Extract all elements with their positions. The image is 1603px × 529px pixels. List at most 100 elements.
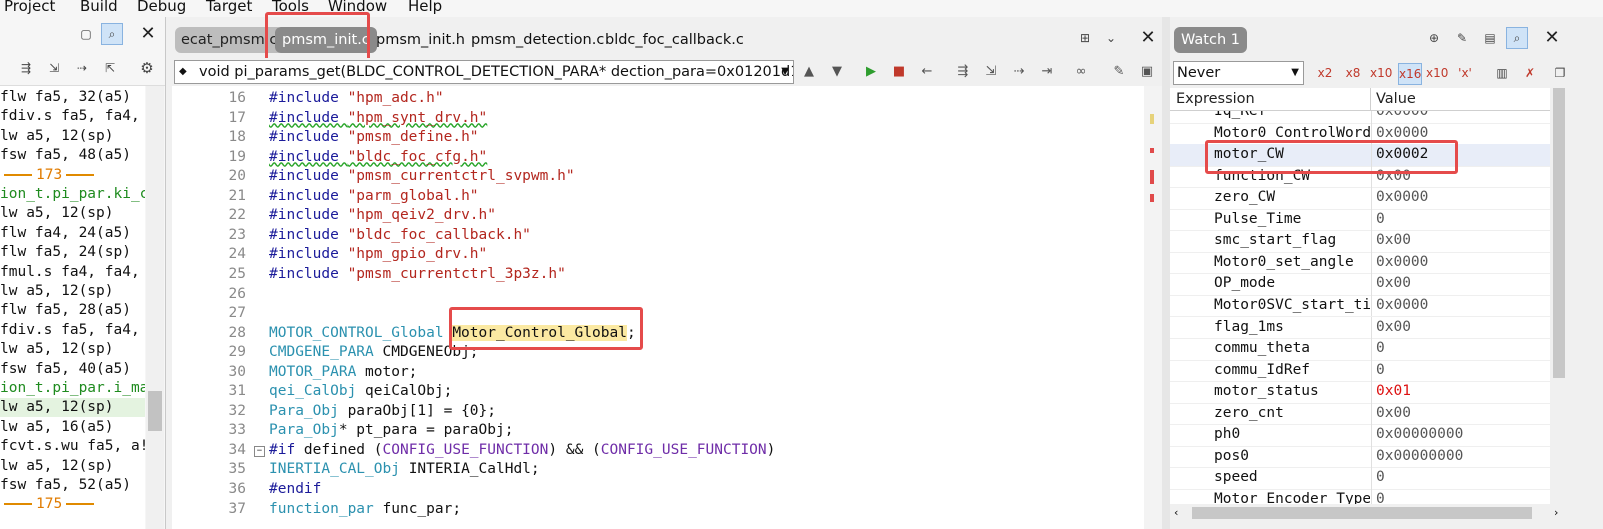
step-over-icon[interactable]: ⇢: [72, 58, 92, 78]
source-line-separator[interactable]: 175: [0, 495, 98, 514]
watch-row[interactable]: commu_IdRef 0: [1170, 359, 1550, 383]
watch-row[interactable]: zero_CW 0x0000: [1170, 187, 1550, 210]
step-into-icon[interactable]: ⇲: [982, 63, 1000, 81]
code-line[interactable]: 35 INERTIA_CAL_Obj INTERIA_CalHdl;: [172, 460, 1144, 480]
disassembly-line[interactable]: flw fa5, 24(sp): [0, 243, 131, 262]
chevron-down-icon[interactable]: ⌄: [1101, 28, 1121, 48]
watch-expression[interactable]: pos0: [1214, 446, 1370, 468]
watch-row[interactable]: flag_1ms 0x00: [1170, 316, 1550, 339]
view-mode-icon[interactable]: ⌕: [101, 23, 123, 45]
step-icon[interactable]: ⇶: [954, 63, 972, 81]
watch-value[interactable]: 0x0000: [1376, 187, 1428, 209]
code-view[interactable]: 16 #include "hpm_adc.h" 17 #include "hpm_sy…: [172, 86, 1144, 529]
menu-debug[interactable]: Debug: [137, 0, 186, 15]
code-line[interactable]: 27: [172, 304, 1144, 324]
edit-watch-icon[interactable]: ✎: [1452, 28, 1472, 48]
watch-row[interactable]: smc_start_flag 0x00: [1170, 230, 1550, 253]
code-line[interactable]: 33 Para_Obj* pt_para = paraObj;: [172, 421, 1144, 441]
watch-value[interactable]: 0x00: [1376, 317, 1411, 339]
step-out-icon[interactable]: ⇱: [100, 58, 120, 78]
watch-value[interactable]: 0: [1376, 209, 1385, 231]
copy-icon[interactable]: ❐: [1550, 63, 1570, 83]
disassembly-line[interactable]: flw fa5, 28(a5): [0, 301, 131, 320]
code-line[interactable]: 31 qei_CalObj qeiCalObj;: [172, 382, 1144, 402]
scrollbar-thumb[interactable]: [1192, 507, 1532, 519]
window-icon[interactable]: ▢: [76, 24, 96, 44]
back-arrow-icon[interactable]: ←: [918, 63, 936, 81]
watch-row[interactable]: zero_cnt 0x00: [1170, 402, 1550, 426]
scrollbar-thumb[interactable]: [148, 391, 162, 431]
code-line[interactable]: 18 #include "pmsm_define.h": [172, 128, 1144, 148]
watch-value[interactable]: 0x00: [1376, 273, 1411, 295]
code-line[interactable]: 32 Para_Obj paraObj[1] = {0};: [172, 402, 1144, 422]
delete-icon[interactable]: ✗: [1520, 63, 1540, 83]
watch-expression[interactable]: ph0: [1214, 424, 1370, 446]
watch-expression[interactable]: zero_CW: [1214, 187, 1370, 209]
code-line[interactable]: 29 CMDGENE_PARA CMDGENEObj;: [172, 343, 1144, 363]
watch-view-icon[interactable]: ⌕: [1506, 27, 1528, 49]
disassembly-line[interactable]: fdiv.s fa5, fa4,: [0, 321, 140, 340]
source-line-separator[interactable]: 173: [0, 166, 98, 185]
disassembly-line[interactable]: lw a5, 16(a5): [0, 418, 114, 437]
disassembly-line[interactable]: fcvt.s.wu fa5, a!: [0, 437, 145, 456]
close-icon[interactable]: ✕: [1542, 28, 1562, 48]
watch-expression[interactable]: commu_theta: [1214, 338, 1370, 360]
code-line[interactable]: 25 #include "pmsm_currentctrl_3p3z.h": [172, 265, 1144, 285]
tab-pmsm-detection[interactable]: pmsm_detection.c: [471, 27, 604, 53]
fold-toggle-icon[interactable]: −: [254, 445, 265, 457]
disassembly-line[interactable]: flw fa5, 32(a5): [0, 88, 131, 107]
arrow-down-icon[interactable]: ▼: [828, 63, 846, 81]
watch-expression[interactable]: Motor_Encoder_Type: [1214, 489, 1370, 504]
tab-pmsm-init-h[interactable]: pmsm_init.h: [376, 27, 465, 53]
chevron-left-icon[interactable]: ‹: [1174, 504, 1178, 522]
watch-row[interactable]: Motor0_set_angle 0x0000: [1170, 251, 1550, 275]
value-column-header[interactable]: Value: [1376, 88, 1416, 110]
add-watch-icon[interactable]: ⊕: [1424, 28, 1444, 48]
watch-expression[interactable]: Pulse_Time: [1214, 209, 1370, 231]
stop-icon[interactable]: ■: [890, 63, 908, 81]
watch-expression[interactable]: zero_cnt: [1214, 403, 1370, 425]
watch-row[interactable]: motor_status 0x01: [1170, 381, 1550, 404]
disassembly-line[interactable]: ion_t.pi_par.i_ma: [0, 379, 145, 398]
watch-value[interactable]: 0x00000000: [1376, 446, 1463, 468]
code-line[interactable]: 37 function_par func_par;: [172, 500, 1144, 520]
disassembly-line[interactable]: lw a5, 12(sp): [0, 457, 114, 476]
run-icon[interactable]: ▶: [862, 63, 880, 81]
watch-expression[interactable]: Motor0_set_angle: [1214, 252, 1370, 274]
tab-watch-1[interactable]: Watch 1: [1174, 27, 1247, 53]
step-icon[interactable]: ⇶: [16, 58, 36, 78]
columns-icon[interactable]: ▥: [1492, 63, 1512, 83]
close-icon[interactable]: ✕: [1138, 28, 1158, 48]
scrollbar-thumb[interactable]: [1553, 88, 1565, 378]
code-line[interactable]: 24 #include "hpm_gpio_drv.h": [172, 245, 1144, 265]
chevron-right-icon[interactable]: ›: [1554, 504, 1558, 522]
code-line[interactable]: 23 #include "bldc_foc_callback.h": [172, 226, 1144, 246]
code-line[interactable]: 20 #include "pmsm_currentctrl_svpwm.h": [172, 167, 1144, 187]
arrow-up-icon[interactable]: ▲: [800, 63, 818, 81]
column-divider[interactable]: [1370, 88, 1371, 110]
menu-target[interactable]: Target: [206, 0, 252, 15]
watch-row[interactable]: speed 0: [1170, 467, 1550, 490]
disassembly-line[interactable]: fsw fa5, 52(a5): [0, 476, 131, 495]
menu-project[interactable]: Project: [4, 0, 55, 15]
radix-decimal-button[interactable]: x10: [1370, 63, 1392, 83]
code-line[interactable]: 34− #if defined (CONFIG_USE_FUNCTION) && …: [172, 441, 1144, 461]
watch-expression[interactable]: smc_start_flag: [1214, 230, 1370, 252]
watch-value[interactable]: 0x00: [1376, 403, 1411, 425]
watch-value[interactable]: 0: [1376, 360, 1385, 382]
disassembly-line[interactable]: fdiv.s fa5, fa4,: [0, 107, 140, 126]
break-mode-select[interactable]: Never ▼: [1173, 61, 1304, 85]
disassembly-line[interactable]: lw a5, 12(sp): [0, 204, 114, 223]
window-icon[interactable]: ▣: [1138, 63, 1156, 81]
watch-vertical-scrollbar[interactable]: [1550, 88, 1568, 504]
gear-icon[interactable]: ⚙: [137, 58, 157, 78]
disassembly-line[interactable]: flw fa4, 24(a5): [0, 224, 131, 243]
code-line[interactable]: 17 #include "hpm_synt_drv.h": [172, 109, 1144, 129]
disassembly-line[interactable]: ion_t.pi_par.ki_c: [0, 185, 145, 204]
watch-value[interactable]: 0x01: [1376, 381, 1411, 403]
code-line[interactable]: 28 MOTOR_CONTROL_Global Motor_Control_Glo…: [172, 324, 1144, 344]
code-line[interactable]: 30 MOTOR_PARA motor;: [172, 363, 1144, 383]
watch-row[interactable]: commu_theta 0: [1170, 338, 1550, 361]
watch-row[interactable]: OP_mode 0x00: [1170, 273, 1550, 296]
watch-row[interactable]: Motor0SVC_start_time 0x0000: [1170, 294, 1550, 318]
